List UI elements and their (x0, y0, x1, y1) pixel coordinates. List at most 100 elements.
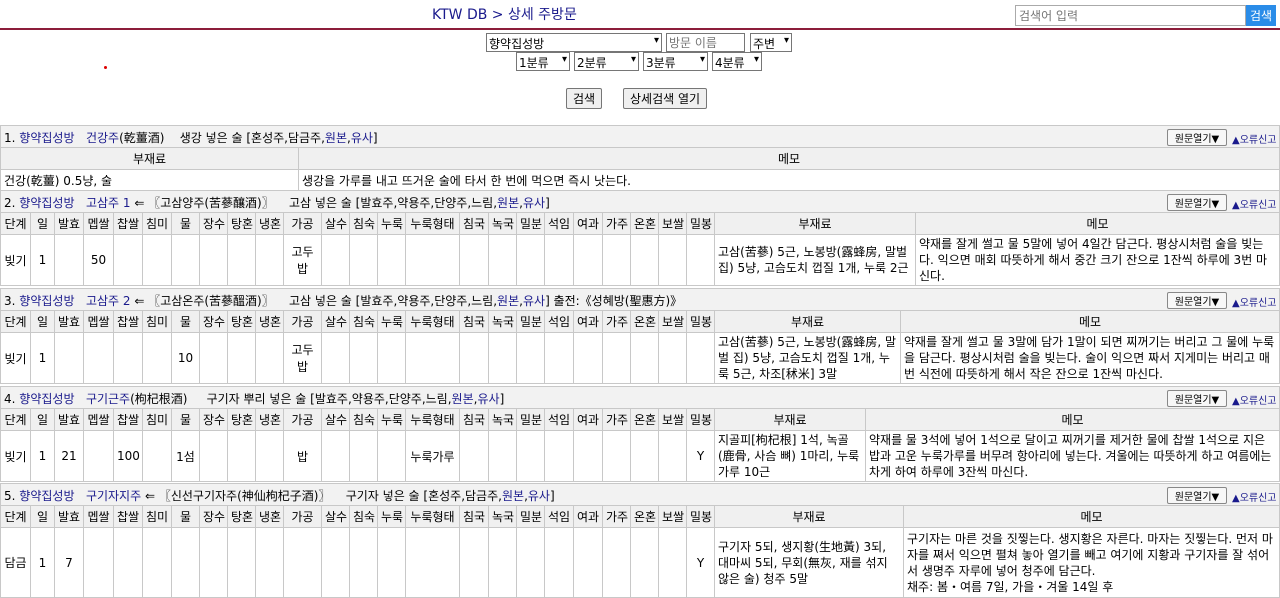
similar-link[interactable]: 유사 (351, 131, 373, 145)
column-header: 일 (30, 505, 55, 528)
original-link[interactable]: 원본 (502, 489, 524, 503)
category2-select[interactable]: 2분류 ▾ (574, 52, 639, 71)
column-header: 보쌀 (658, 310, 687, 333)
search-button[interactable]: 검색 (1246, 5, 1276, 26)
column-header: 냉혼 (255, 408, 284, 431)
column-header: 침숙 (349, 408, 378, 431)
recipe-tail: ] (549, 489, 555, 503)
column-header: 침미 (142, 310, 172, 333)
chevron-down-icon: ▾ (783, 35, 789, 46)
recipe-alias: ⇐ 〖신선구기자주(神仙枸杞子酒)〗 (144, 489, 331, 503)
recipe-name-link[interactable]: 고삼주 2 (86, 294, 131, 308)
type-select-value: 주변 (753, 37, 776, 51)
category1-select[interactable]: 1분류 ▾ (516, 52, 570, 71)
step-cell (199, 527, 228, 598)
open-original-button[interactable]: 원문열기▼ (1167, 390, 1227, 407)
column-header: 석임 (544, 212, 574, 235)
column-header: 발효 (54, 310, 84, 333)
column-header: 밀봉 (686, 310, 715, 333)
recipe-source-link[interactable]: 향약집성방 (19, 489, 74, 503)
ingredients-cell: 건강(乾薑) 0.5냥, 술 (0, 169, 299, 192)
original-link[interactable]: 원본 (497, 196, 519, 210)
step-cell (602, 430, 631, 482)
step-cell (459, 527, 489, 598)
step-cell (630, 332, 659, 384)
recipe-source-link[interactable]: 향약집성방 (19, 392, 74, 406)
column-header: 침숙 (349, 310, 378, 333)
source-select[interactable]: 향약집성방 ▾ (486, 33, 662, 52)
original-link[interactable]: 원본 (497, 294, 519, 308)
search-input[interactable] (1015, 5, 1246, 26)
column-header: 물 (171, 212, 200, 235)
filter-search-button[interactable]: 검색 (566, 88, 603, 109)
type-select[interactable]: 주변 ▾ (750, 33, 792, 52)
column-header: 누룩 (377, 408, 406, 431)
column-header: 침미 (142, 212, 172, 235)
column-header: 부재료 (714, 505, 904, 528)
category4-value: 4분류 (715, 56, 745, 70)
category3-select[interactable]: 3분류 ▾ (643, 52, 708, 71)
open-original-button[interactable]: 원문열기▼ (1167, 487, 1227, 504)
similar-link[interactable]: 유사 (523, 196, 545, 210)
column-header: 탕혼 (227, 408, 256, 431)
top-header: KTW DB > 상세 주방문 검색 (0, 0, 1280, 30)
report-error-link[interactable]: ▲오류신고 (1232, 392, 1277, 407)
column-header: 누룩형태 (405, 408, 460, 431)
recipe-source-link[interactable]: 향약집성방 (19, 131, 74, 145)
ingredients-cell: 고삼(苦蔘) 5근, 노봉방(露蜂房, 말벌 집) 5냥, 고슴도치 껍질 1개… (714, 332, 901, 384)
step-cell (142, 430, 172, 482)
column-header: 누룩형태 (405, 310, 460, 333)
similar-link[interactable]: 유사 (477, 392, 499, 406)
step-cell (544, 234, 574, 286)
recipe-table: 단계 일 발효 멥쌀 찹쌀 침미 물 장수 탕혼 냉혼 가공 살수 침숙 누룩 누룩형태 침국 녹국 밀분 석임 여과… (0, 408, 1280, 482)
recipe-name-input[interactable] (666, 33, 745, 52)
step-cell (544, 527, 574, 598)
memo-text: 구기자는 마른 것을 짓찧는다. 생지황은 자른다. 마자는 짓찧는다. 먼저 … (907, 531, 1273, 578)
open-original-button[interactable]: 원문열기▼ (1167, 129, 1227, 146)
column-header: 멥쌀 (83, 505, 114, 528)
open-original-button[interactable]: 원문열기▼ (1167, 292, 1227, 309)
report-error-link[interactable]: ▲오류신고 (1232, 489, 1277, 504)
column-header: 단계 (0, 408, 31, 431)
col-memo: 메모 (298, 147, 1280, 170)
column-header: 찹쌀 (113, 310, 143, 333)
recipe-name-link[interactable]: 고삼주 1 (86, 196, 131, 210)
column-header: 단계 (0, 505, 31, 528)
column-header: 가주 (602, 310, 631, 333)
column-header: 침미 (142, 408, 172, 431)
column-header: 누룩 (377, 212, 406, 235)
step-cell (283, 527, 322, 598)
column-header: 탕혼 (227, 505, 256, 528)
column-header: 가공 (283, 505, 322, 528)
report-error-link[interactable]: ▲오류신고 (1232, 196, 1277, 211)
step-cell: 빚기 (0, 332, 31, 384)
step-cell (349, 430, 378, 482)
recipe-header: 5. 향약집성방 구기자지주 ⇐ 〖신선구기자주(神仙枸杞子酒)〗 구기자 넣은… (0, 483, 1280, 505)
recipe-source-link[interactable]: 향약집성방 (19, 294, 74, 308)
recipe-name-link[interactable]: 구기자지주 (86, 489, 141, 503)
original-link[interactable]: 원본 (325, 131, 347, 145)
similar-link[interactable]: 유사 (528, 489, 550, 503)
open-original-button[interactable]: 원문열기▼ (1167, 194, 1227, 211)
original-link[interactable]: 원본 (452, 392, 474, 406)
step-cell (488, 430, 517, 482)
report-error-link[interactable]: ▲오류신고 (1232, 294, 1277, 309)
report-error-link[interactable]: ▲오류신고 (1232, 131, 1277, 146)
column-header: 침국 (459, 505, 489, 528)
recipe-source-link[interactable]: 향약집성방 (19, 196, 74, 210)
breadcrumb-home-link[interactable]: KTW DB (432, 7, 487, 23)
similar-link[interactable]: 유사 (523, 294, 545, 308)
step-cell (516, 527, 545, 598)
column-header: 석임 (544, 505, 574, 528)
step-cell: 1 (30, 234, 55, 286)
step-cell: 고두밥 (283, 234, 322, 286)
recipe-name-link[interactable]: 건강주 (86, 131, 119, 145)
step-cell (686, 332, 715, 384)
column-header: 밀분 (516, 212, 545, 235)
category4-select[interactable]: 4분류 ▾ (712, 52, 762, 71)
column-header: 녹국 (488, 408, 517, 431)
advanced-search-button[interactable]: 상세검색 열기 (623, 88, 708, 109)
recipe-name-link[interactable]: 구기근주 (86, 392, 130, 406)
recipe-tail: ] (499, 392, 505, 406)
column-header: 온혼 (630, 212, 659, 235)
